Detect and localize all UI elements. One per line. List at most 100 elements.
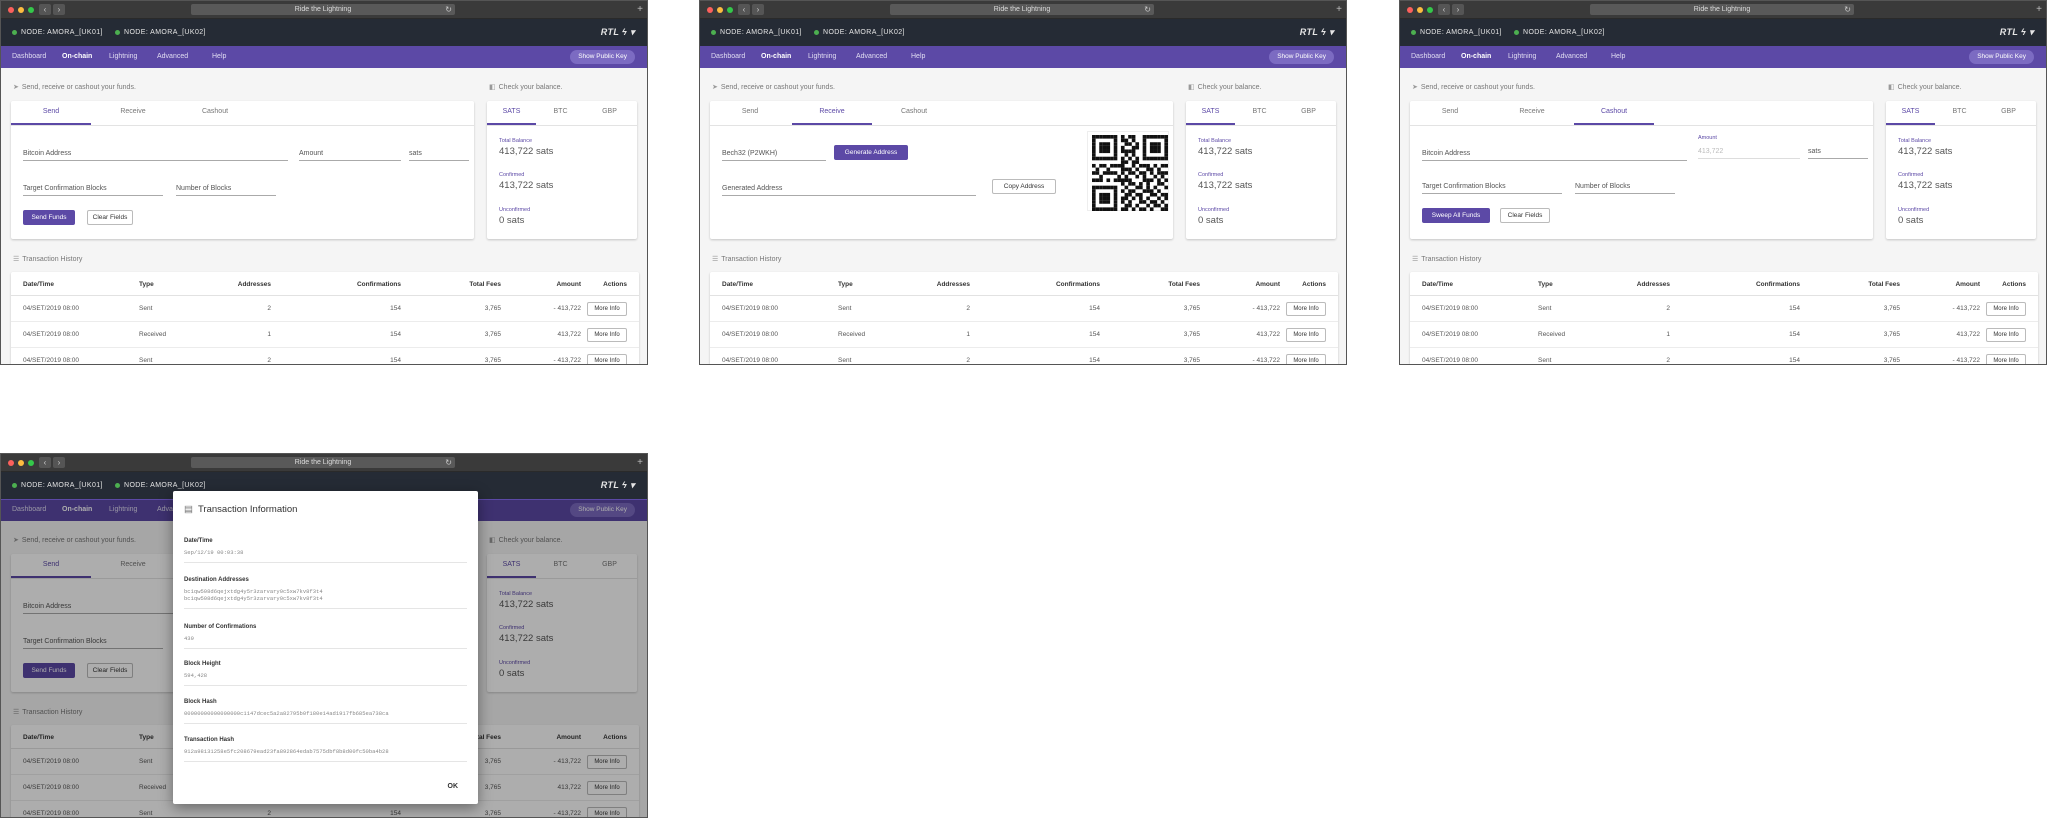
generated-address-field[interactable]: Generated Address [722,184,976,196]
app-logo[interactable]: RTL ϟ ▾ [1300,27,1334,38]
tab-receive[interactable]: Receive [1492,105,1572,125]
close-icon[interactable] [8,460,14,466]
more-info-button[interactable]: More Info [1286,354,1326,364]
unit-select[interactable]: sats [409,149,469,161]
forward-icon[interactable]: › [1452,4,1464,15]
tab-cashout[interactable]: Cashout [874,105,954,125]
forward-icon[interactable]: › [53,457,65,468]
menu-item-help[interactable]: Help [212,53,226,60]
clear-fields-button[interactable]: Clear Fields [87,210,133,225]
back-icon[interactable]: ‹ [39,4,51,15]
minimize-icon[interactable] [717,7,723,13]
more-info-button[interactable]: More Info [1986,354,2026,364]
menu-item-dashboard[interactable]: Dashboard [12,53,46,60]
node-selector-1[interactable]: NODE: AMORA_[UK01] [711,29,802,36]
back-icon[interactable]: ‹ [738,4,750,15]
show-public-key-button[interactable]: Show Public Key [1969,50,2034,64]
bitcoin-address-input[interactable]: Bitcoin Address [23,149,288,161]
maximize-icon[interactable] [727,7,733,13]
node-selector-2[interactable]: NODE: AMORA_[UK02] [115,482,206,489]
show-public-key-button[interactable]: Show Public Key [570,50,635,64]
more-info-button[interactable]: More Info [1986,302,2026,316]
number-of-blocks-input[interactable]: Number of Blocks [1575,182,1675,194]
menu-item-dashboard[interactable]: Dashboard [1411,53,1445,60]
minimize-icon[interactable] [1417,7,1423,13]
node-selector-1[interactable]: NODE: AMORA_[UK01] [1411,29,1502,36]
balance-tab-sats[interactable]: SATS [1186,105,1235,125]
node-selector-2[interactable]: NODE: AMORA_[UK02] [1514,29,1605,36]
new-tab-icon[interactable]: + [637,458,643,468]
menu-item-advanced[interactable]: Advanced [157,53,188,60]
tab-send[interactable]: Send [11,105,91,125]
tab-cashout[interactable]: Cashout [175,105,255,125]
ok-button[interactable]: OK [448,783,459,790]
new-tab-icon[interactable]: + [637,5,643,15]
target-confirmation-select[interactable]: Target Confirmation Blocks [23,184,163,196]
send-funds-button[interactable]: Send Funds [23,210,75,225]
app-logo[interactable]: RTL ϟ ▾ [601,480,635,491]
menu-item-help[interactable]: Help [911,53,925,60]
minimize-icon[interactable] [18,7,24,13]
address-bar[interactable]: Ride the Lightning ↻ [191,457,455,468]
reload-icon[interactable]: ↻ [445,4,452,15]
node-selector-1[interactable]: NODE: AMORA_[UK01] [12,29,103,36]
reload-icon[interactable]: ↻ [1144,4,1151,15]
more-info-button[interactable]: More Info [587,302,627,316]
node-selector-1[interactable]: NODE: AMORA_[UK01] [12,482,103,489]
address-bar[interactable]: Ride the Lightning ↻ [1590,4,1854,15]
reload-icon[interactable]: ↻ [445,457,452,468]
balance-tab-sats[interactable]: SATS [1886,105,1935,125]
balance-tab-btc[interactable]: BTC [1235,105,1284,125]
balance-tab-btc[interactable]: BTC [536,105,585,125]
forward-icon[interactable]: › [752,4,764,15]
more-info-button[interactable]: More Info [1986,328,2026,342]
menu-item-lightning[interactable]: Lightning [808,53,836,60]
menu-item-on-chain[interactable]: On-chain [1461,53,1491,60]
app-logo[interactable]: RTL ϟ ▾ [2000,27,2034,38]
bitcoin-address-input[interactable]: Bitcoin Address [1422,149,1687,161]
address-type-select[interactable]: Bech32 (P2WKH) [722,149,826,161]
menu-item-help[interactable]: Help [1611,53,1625,60]
balance-tab-gbp[interactable]: GBP [585,105,634,125]
back-icon[interactable]: ‹ [1438,4,1450,15]
amount-input[interactable]: Amount [299,149,401,161]
forward-icon[interactable]: › [53,4,65,15]
node-selector-2[interactable]: NODE: AMORA_[UK02] [115,29,206,36]
tab-send[interactable]: Send [710,105,790,125]
number-of-blocks-input[interactable]: Number of Blocks [176,184,276,196]
tab-cashout[interactable]: Cashout [1574,105,1654,125]
maximize-icon[interactable] [28,7,34,13]
menu-item-advanced[interactable]: Advanced [856,53,887,60]
balance-tab-gbp[interactable]: GBP [1284,105,1333,125]
more-info-button[interactable]: More Info [1286,302,1326,316]
more-info-button[interactable]: More Info [587,328,627,342]
menu-item-on-chain[interactable]: On-chain [761,53,791,60]
app-logo[interactable]: RTL ϟ ▾ [601,27,635,38]
copy-address-button[interactable]: Copy Address [992,179,1056,194]
tab-send[interactable]: Send [1410,105,1490,125]
address-bar[interactable]: Ride the Lightning ↻ [191,4,455,15]
menu-item-lightning[interactable]: Lightning [109,53,137,60]
minimize-icon[interactable] [18,460,24,466]
more-info-button[interactable]: More Info [587,354,627,364]
sweep-all-funds-button[interactable]: Sweep All Funds [1422,208,1490,223]
tab-receive[interactable]: Receive [792,105,872,125]
maximize-icon[interactable] [1427,7,1433,13]
balance-tab-btc[interactable]: BTC [1935,105,1984,125]
close-icon[interactable] [1407,7,1413,13]
reload-icon[interactable]: ↻ [1844,4,1851,15]
close-icon[interactable] [707,7,713,13]
generate-address-button[interactable]: Generate Address [834,145,908,160]
target-confirmation-select[interactable]: Target Confirmation Blocks [1422,182,1562,194]
tab-receive[interactable]: Receive [93,105,173,125]
balance-tab-gbp[interactable]: GBP [1984,105,2033,125]
maximize-icon[interactable] [28,460,34,466]
clear-fields-button[interactable]: Clear Fields [1500,208,1550,223]
address-bar[interactable]: Ride the Lightning ↻ [890,4,1154,15]
menu-item-on-chain[interactable]: On-chain [62,53,92,60]
close-icon[interactable] [8,7,14,13]
node-selector-2[interactable]: NODE: AMORA_[UK02] [814,29,905,36]
balance-tab-sats[interactable]: SATS [487,105,536,125]
unit-select[interactable]: sats [1808,147,1868,159]
new-tab-icon[interactable]: + [2036,5,2042,15]
